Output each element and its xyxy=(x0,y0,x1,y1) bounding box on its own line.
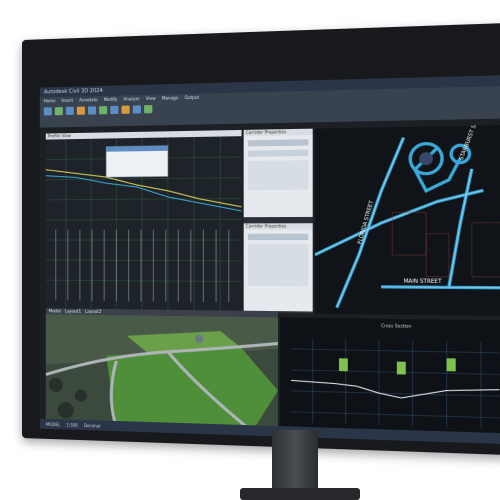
monitor-foot xyxy=(240,488,360,500)
app-title: Autodesk Civil 3D 2024 xyxy=(44,88,103,96)
dialog-1[interactable] xyxy=(244,135,313,217)
parcel-icon[interactable] xyxy=(110,106,118,114)
toolspace-icon[interactable] xyxy=(44,107,52,115)
ribbon-tab-analyze[interactable]: Analyze xyxy=(123,96,139,101)
ribbon-tab-modify[interactable]: Modify xyxy=(104,97,118,102)
pipe-network-icon[interactable] xyxy=(121,106,129,114)
status-scale[interactable]: 1:500 xyxy=(66,422,78,427)
street-label-starburst: STARBURST STREET xyxy=(458,125,485,161)
dialog-1-row xyxy=(248,139,308,146)
profile-icon[interactable] xyxy=(77,107,85,115)
ribbon-tab-insert[interactable]: Insert xyxy=(62,98,74,103)
plan-view-pane[interactable]: STARBURST STREET MAIN STREET FLORIDA STR… xyxy=(315,125,500,316)
dialog-2-grid xyxy=(248,244,308,286)
monitor: Autodesk Civil 3D 2024 Home Insert Annot… xyxy=(0,0,500,500)
corridor-icon[interactable] xyxy=(88,106,96,114)
ribbon-tab-home[interactable]: Home xyxy=(44,98,56,103)
ribbon-tab-view[interactable]: View xyxy=(146,96,156,101)
monitor-bezel: Autodesk Civil 3D 2024 Home Insert Annot… xyxy=(22,23,500,455)
dialogs-pane: Corridor Properties Corridor Properties xyxy=(244,129,313,314)
surface-icon[interactable] xyxy=(55,107,63,115)
layer-icon[interactable] xyxy=(144,105,152,113)
profile-view-pane[interactable]: Profile View xyxy=(46,130,242,313)
cross-section-title: Cross Section xyxy=(381,323,412,329)
status-model[interactable]: MODEL xyxy=(46,421,60,426)
dialog-1-grid xyxy=(248,160,308,190)
grading-icon[interactable] xyxy=(99,106,107,114)
street-label-main: MAIN STREET xyxy=(404,278,443,285)
section-icon[interactable] xyxy=(133,105,141,113)
alignment-icon[interactable] xyxy=(66,107,74,115)
profile-drawing xyxy=(46,136,242,313)
ribbon-tab-manage[interactable]: Manage xyxy=(162,95,179,101)
dialog-1-row xyxy=(248,150,308,157)
plan-drawing: STARBURST STREET MAIN STREET FLORIDA STR… xyxy=(315,125,500,316)
app-window: Autodesk Civil 3D 2024 Home Insert Annot… xyxy=(40,75,500,444)
ribbon-tab-output[interactable]: Output xyxy=(185,95,200,101)
dialog-2[interactable] xyxy=(244,230,313,312)
cross-section-pane[interactable]: Cross Section xyxy=(280,317,500,444)
dialog-2-row xyxy=(248,234,308,240)
status-units[interactable]: Decimal xyxy=(84,422,101,428)
ribbon-tab-annotate[interactable]: Annotate xyxy=(79,97,98,103)
cross-section-drawing: Cross Section xyxy=(280,317,500,444)
